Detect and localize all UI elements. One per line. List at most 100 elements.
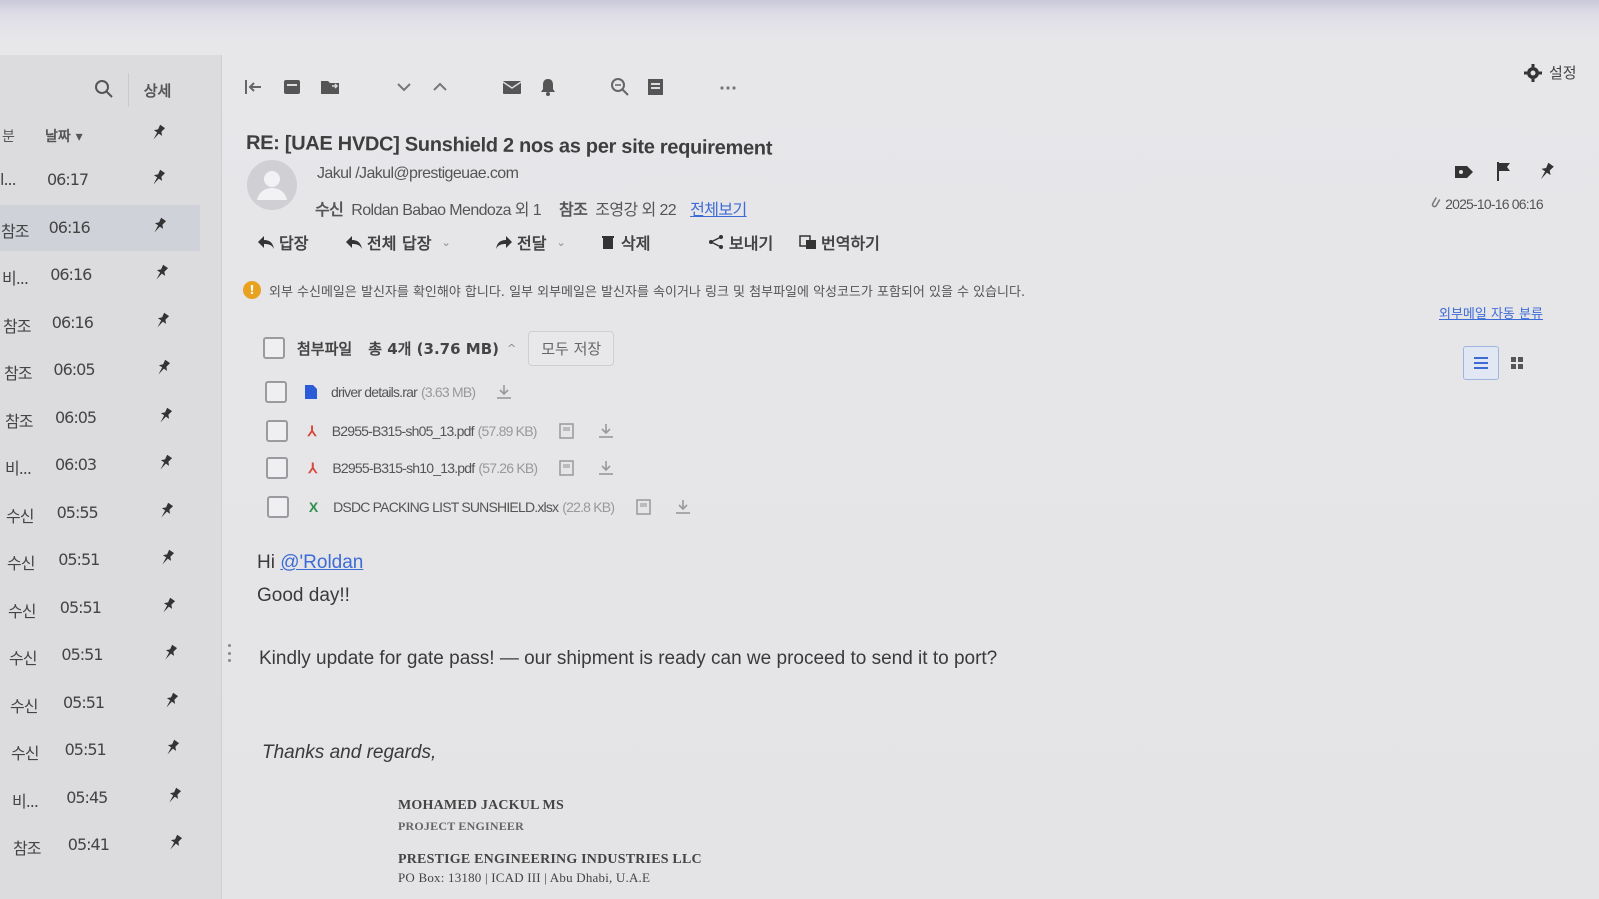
tag-icon[interactable] xyxy=(1453,162,1475,182)
download-icon[interactable] xyxy=(495,383,513,401)
translate-button[interactable]: 번역하기 xyxy=(799,230,880,254)
cc-recipients[interactable]: 조영강 외 22 xyxy=(595,202,676,219)
avatar[interactable] xyxy=(247,160,297,210)
pin-icon[interactable] xyxy=(166,787,182,809)
mail-list-item[interactable]: 참조 06:16 xyxy=(0,204,200,251)
save-all-button[interactable]: 모두 저장 xyxy=(528,330,615,366)
mail-list-item[interactable]: 참조 05:41 xyxy=(0,822,200,868)
settings-button[interactable]: 설정 xyxy=(1523,62,1577,83)
reply-all-dropdown-icon[interactable]: ⌄ xyxy=(441,236,450,249)
list-view-button[interactable] xyxy=(1463,346,1499,380)
greeting-text: Hi xyxy=(257,552,275,573)
previous-message-icon[interactable] xyxy=(429,76,451,98)
pin-icon[interactable] xyxy=(153,264,169,286)
move-folder-icon[interactable] xyxy=(319,76,341,98)
pin-icon[interactable] xyxy=(157,407,173,429)
attachment-name[interactable]: B2955-B315-sh10_13.pdf xyxy=(332,460,475,476)
reply-button[interactable]: 답장 xyxy=(257,230,308,254)
pin-icon[interactable] xyxy=(155,359,171,381)
flag-icon[interactable] xyxy=(1495,160,1513,182)
attachment-item[interactable]: ⅄ B2955-B315-sh10_13.pdf (57.26 KB) xyxy=(266,453,615,483)
mail-list-item[interactable]: 수신 05:51 xyxy=(0,537,200,583)
pin-icon[interactable] xyxy=(167,834,183,856)
mail-list-item[interactable]: l... 06:17 xyxy=(0,157,200,203)
detail-search-button[interactable]: 상세 xyxy=(128,73,186,107)
preview-icon[interactable] xyxy=(634,497,654,517)
next-message-icon[interactable] xyxy=(393,76,415,98)
reply-all-button[interactable]: 전체 답장 ⌄ xyxy=(345,230,451,254)
reply-icon xyxy=(258,236,274,249)
mail-list-item[interactable]: 수신 05:55 xyxy=(0,490,200,536)
forward-button[interactable]: 전달 ⌄ xyxy=(495,230,566,254)
delete-button[interactable]: 삭제 xyxy=(599,230,650,254)
pin-icon[interactable] xyxy=(160,597,176,619)
mail-list-item[interactable]: 참조 06:05 xyxy=(0,395,200,441)
mail-list-item[interactable]: 비... 06:16 xyxy=(0,252,200,298)
pin-icon[interactable] xyxy=(164,739,180,761)
download-icon[interactable] xyxy=(597,459,615,477)
attachment-checkbox[interactable] xyxy=(265,420,288,442)
print-icon[interactable] xyxy=(645,76,667,98)
mention-link[interactable]: @'Roldan xyxy=(280,552,363,573)
pin-icon[interactable] xyxy=(157,454,173,476)
mail-list-item[interactable]: 참조 06:05 xyxy=(0,347,200,393)
mail-list-item[interactable]: 비... 05:45 xyxy=(0,775,200,821)
attachment-checkbox[interactable] xyxy=(265,381,287,403)
pane-resize-handle[interactable] xyxy=(228,644,232,662)
pin-message-icon[interactable] xyxy=(1537,162,1555,182)
signature-company: PRESTIGE ENGINEERING INDUSTRIES LLC xyxy=(398,852,702,867)
back-to-list-icon[interactable] xyxy=(243,76,265,98)
attachment-name[interactable]: driver details.rar xyxy=(331,384,418,400)
pin-icon[interactable] xyxy=(150,169,166,191)
pin-icon[interactable] xyxy=(154,312,170,334)
pin-icon[interactable] xyxy=(151,217,167,239)
sender-address[interactable]: Jakul /Jakul@prestigeuae.com xyxy=(317,165,519,183)
attachment-name[interactable]: DSDC PACKING LIST SUNSHIELD.xlsx xyxy=(333,499,559,515)
attachment-item[interactable]: driver details.rar (3.63 MB) xyxy=(265,377,513,407)
attachment-name[interactable]: B2955-B315-sh05_13.pdf xyxy=(332,423,475,439)
preview-icon[interactable] xyxy=(557,458,577,478)
notification-bell-icon[interactable] xyxy=(537,76,559,98)
pin-icon[interactable] xyxy=(158,502,174,524)
download-icon[interactable] xyxy=(597,422,615,440)
attachments-count: 총 4개 (3.76 MB) xyxy=(368,339,499,358)
external-mail-auto-class-link[interactable]: 외부메일 자동 분류 xyxy=(1439,303,1543,322)
to-recipients[interactable]: Roldan Babao Mendoza 외 1 xyxy=(351,202,541,219)
pin-icon[interactable] xyxy=(162,644,178,666)
mail-list-item[interactable]: 수신 05:51 xyxy=(0,727,200,773)
signature-name: MOHAMED JACKUL MS xyxy=(398,798,564,813)
send-button[interactable]: 보내기 xyxy=(707,230,773,254)
mail-list-item[interactable]: 수신 05:51 xyxy=(0,585,200,631)
pin-icon[interactable] xyxy=(159,549,175,571)
attachment-checkbox[interactable] xyxy=(266,457,289,479)
preview-icon[interactable] xyxy=(557,421,577,441)
search-icon[interactable] xyxy=(94,79,114,99)
download-icon[interactable] xyxy=(674,498,692,516)
mail-app: 상세 분 날짜 ▾ l... 06:17 참조 06:16 비... 06:16 참조 06:… xyxy=(0,0,1599,899)
attachment-checkbox[interactable] xyxy=(267,496,290,518)
body-line-1: Good day!! xyxy=(257,585,350,606)
select-all-attachments-checkbox[interactable] xyxy=(263,337,285,359)
mark-unread-icon[interactable] xyxy=(501,76,523,98)
mail-list-item[interactable]: 비... 06:03 xyxy=(0,442,200,488)
attachment-item[interactable]: ⅄ B2955-B315-sh05_13.pdf (57.89 KB) xyxy=(265,416,615,446)
list-view-icon xyxy=(1474,357,1488,369)
view-all-recipients-link[interactable]: 전체보기 xyxy=(690,202,747,219)
attachment-item[interactable]: X DSDC PACKING LIST SUNSHIELD.xlsx (22.8 K… xyxy=(267,492,692,522)
pin-icon[interactable] xyxy=(150,124,166,146)
mail-list-item[interactable]: 수신 05:51 xyxy=(0,632,200,678)
grid-view-button[interactable] xyxy=(1499,346,1535,380)
zoom-icon[interactable] xyxy=(609,76,631,98)
body-line-2: Kindly update for gate pass! — our shipm… xyxy=(259,648,998,669)
pin-icon[interactable] xyxy=(163,692,179,714)
mail-list-item[interactable]: 수신 05:51 xyxy=(0,680,200,726)
archive-icon[interactable] xyxy=(281,76,303,98)
attachment-view-toggle xyxy=(1463,346,1535,380)
mail-list-item[interactable]: 참조 06:16 xyxy=(0,300,200,346)
forward-dropdown-icon[interactable]: ⌄ xyxy=(556,236,565,249)
more-options-icon[interactable] xyxy=(717,76,739,98)
attachments-header: 첨부파일 총 4개 (3.76 MB) ^ 모두 저장 xyxy=(263,330,615,366)
collapse-attachments-icon[interactable]: ^ xyxy=(507,342,516,355)
sort-by-date-dropdown[interactable]: 날짜 ▾ xyxy=(45,126,83,146)
search-bar[interactable]: 상세 xyxy=(0,63,195,109)
